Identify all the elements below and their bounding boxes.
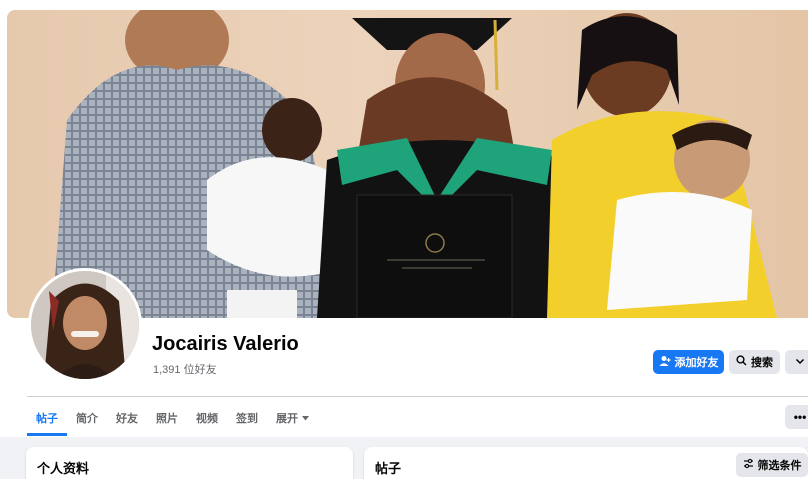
profile-options-button[interactable] bbox=[785, 350, 808, 374]
tab-photos[interactable]: 照片 bbox=[147, 400, 187, 436]
tab-label: 签到 bbox=[236, 413, 258, 425]
profile-page: Jocairis Valerio 1,391 位好友 添加好友 搜索 帖子 简介… bbox=[0, 0, 808, 479]
tab-videos[interactable]: 视频 bbox=[187, 400, 227, 436]
filter-icon bbox=[743, 458, 754, 472]
tab-label: 视频 bbox=[196, 413, 218, 425]
add-friend-label: 添加好友 bbox=[674, 357, 719, 369]
more-icon: ••• bbox=[793, 410, 807, 424]
search-button[interactable]: 搜索 bbox=[729, 350, 780, 374]
intro-card: 个人资料 bbox=[26, 447, 353, 479]
search-icon bbox=[736, 355, 747, 369]
filter-label: 筛选条件 bbox=[757, 460, 802, 472]
chevron-down-icon bbox=[795, 356, 805, 369]
more-options-button[interactable]: ••• bbox=[785, 405, 808, 429]
add-friend-button[interactable]: 添加好友 bbox=[653, 350, 724, 374]
profile-name: Jocairis Valerio bbox=[152, 333, 299, 355]
profile-header: Jocairis Valerio 1,391 位好友 添加好友 搜索 帖子 简介… bbox=[0, 0, 808, 437]
tab-label: 展开 bbox=[276, 413, 298, 425]
tab-posts[interactable]: 帖子 bbox=[27, 400, 67, 436]
cover-photo[interactable] bbox=[7, 10, 808, 318]
tab-about[interactable]: 简介 bbox=[67, 400, 107, 436]
friends-count[interactable]: 1,391 位好友 bbox=[153, 361, 217, 377]
tab-label: 帖子 bbox=[36, 413, 58, 425]
posts-card: 帖子 筛选条件 bbox=[364, 447, 808, 479]
caret-down-icon bbox=[302, 412, 309, 424]
filter-button[interactable]: 筛选条件 bbox=[736, 453, 808, 477]
profile-tabs: 帖子 简介 好友 照片 视频 签到 展开 bbox=[27, 400, 318, 436]
add-friend-icon bbox=[659, 355, 671, 370]
profile-avatar[interactable] bbox=[28, 268, 142, 382]
tab-label: 简介 bbox=[76, 413, 98, 425]
tab-friends[interactable]: 好友 bbox=[107, 400, 147, 436]
tab-more[interactable]: 展开 bbox=[267, 400, 318, 436]
tab-label: 照片 bbox=[156, 413, 178, 425]
tab-checkins[interactable]: 签到 bbox=[227, 400, 267, 436]
search-label: 搜索 bbox=[751, 357, 773, 369]
tab-label: 好友 bbox=[116, 413, 138, 425]
intro-title: 个人资料 bbox=[37, 461, 90, 476]
header-divider bbox=[27, 396, 808, 397]
posts-title: 帖子 bbox=[375, 461, 402, 476]
cover-illustration bbox=[52, 10, 777, 318]
avatar-image bbox=[31, 271, 139, 379]
